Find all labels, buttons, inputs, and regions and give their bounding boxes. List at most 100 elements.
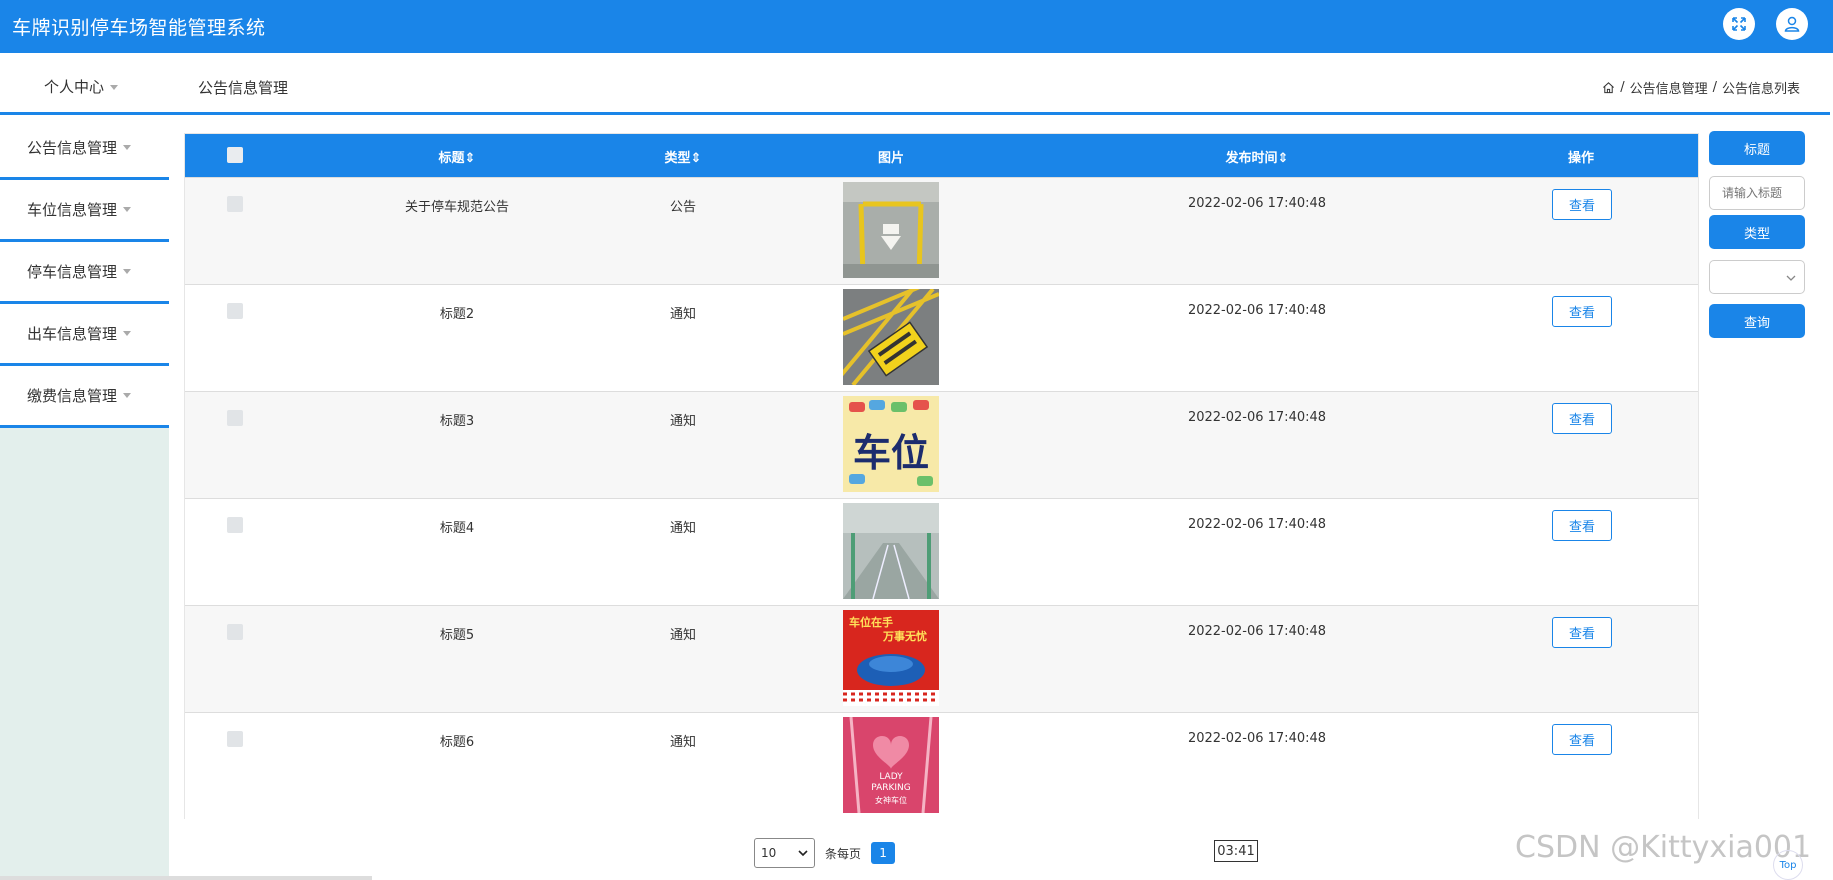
sidebar-item-notice[interactable]: 公告信息管理 bbox=[0, 118, 169, 180]
row-checkbox[interactable] bbox=[227, 624, 243, 640]
page-size-value: 10 bbox=[761, 846, 777, 860]
chevron-down-icon bbox=[123, 269, 132, 274]
view-button[interactable]: 查看 bbox=[1552, 403, 1612, 434]
user-button[interactable] bbox=[1776, 8, 1808, 40]
row-checkbox[interactable] bbox=[227, 731, 243, 747]
view-button[interactable]: 查看 bbox=[1552, 296, 1612, 327]
table-header: 标题⇕ 类型⇕ 图片 发布时间⇕ 操作 bbox=[185, 134, 1698, 177]
row-time: 2022-02-06 17:40:48 bbox=[1187, 410, 1327, 425]
fullscreen-icon bbox=[1732, 17, 1746, 31]
table-row: 标题5 通知 车位在手 万事无忧 2022-02-06 17:40:48 查看 bbox=[185, 605, 1698, 712]
row-checkbox[interactable] bbox=[227, 517, 243, 533]
row-time: 2022-02-06 17:40:48 bbox=[1187, 731, 1327, 746]
chevron-down-icon bbox=[123, 331, 132, 336]
page-size-select[interactable]: 10 bbox=[754, 838, 815, 868]
notice-thumbnail: 车位在手 万事无忧 bbox=[843, 610, 939, 706]
chevron-down-icon bbox=[798, 850, 808, 857]
sidebar-item-parking-space[interactable]: 车位信息管理 bbox=[0, 180, 169, 242]
thumb-text: PARKING bbox=[871, 783, 911, 793]
sort-time-column[interactable]: 发布时间⇕ bbox=[1226, 147, 1289, 166]
thumb-text: 车位在手 bbox=[849, 615, 893, 629]
chevron-down-icon bbox=[123, 207, 132, 212]
breadcrumb-item: 公告信息列表 bbox=[1721, 82, 1800, 97]
page-number-button[interactable]: 1 bbox=[871, 842, 896, 864]
thumb-text: 女神车位 bbox=[875, 795, 907, 805]
sub-header: 个人中心 公告信息管理 / 公告信息管理 / 公告信息列表 bbox=[0, 53, 1830, 115]
user-icon bbox=[1784, 16, 1800, 32]
type-filter-label: 类型 bbox=[1709, 215, 1805, 249]
view-button[interactable]: 查看 bbox=[1552, 189, 1612, 220]
sidebar-item-label: 缴费信息管理 bbox=[27, 387, 118, 405]
row-title: 标题4 bbox=[439, 521, 475, 536]
row-title: 标题5 bbox=[439, 628, 475, 643]
notice-thumbnail bbox=[843, 503, 939, 599]
thumb-text: 万事无忧 bbox=[882, 629, 927, 643]
type-select[interactable] bbox=[1709, 260, 1805, 294]
chevron-down-icon bbox=[123, 145, 132, 150]
view-button[interactable]: 查看 bbox=[1552, 510, 1612, 541]
back-to-top-button[interactable]: Top bbox=[1773, 850, 1803, 880]
row-time: 2022-02-06 17:40:48 bbox=[1187, 624, 1327, 639]
home-icon[interactable] bbox=[1602, 81, 1615, 94]
fullscreen-button[interactable] bbox=[1723, 8, 1755, 40]
thumb-text: LADY bbox=[879, 772, 903, 782]
row-title: 标题6 bbox=[439, 735, 475, 750]
row-checkbox[interactable] bbox=[227, 303, 243, 319]
row-type: 公告 bbox=[669, 200, 697, 215]
personal-center-label: 个人中心 bbox=[44, 78, 105, 96]
sidebar-item-payment[interactable]: 缴费信息管理 bbox=[0, 366, 169, 428]
query-button[interactable]: 查询 bbox=[1709, 304, 1805, 338]
sort-type-column[interactable]: 类型⇕ bbox=[665, 147, 702, 166]
horizontal-scrollbar[interactable] bbox=[0, 876, 372, 880]
personal-center-menu[interactable]: 个人中心 bbox=[44, 76, 119, 97]
action-column-header: 操作 bbox=[1567, 151, 1595, 166]
page-heading: 公告信息管理 bbox=[198, 79, 289, 97]
top-bar: 车牌识别停车场智能管理系统 bbox=[0, 0, 1833, 53]
sidebar-item-label: 出车信息管理 bbox=[27, 325, 118, 343]
row-type: 通知 bbox=[669, 307, 697, 322]
watermark: CSDN @Kittyxia001 bbox=[1515, 830, 1812, 865]
notice-thumbnail: 车位 bbox=[843, 396, 939, 492]
sidebar-item-exit[interactable]: 出车信息管理 bbox=[0, 304, 169, 366]
row-title: 关于停车规范公告 bbox=[404, 200, 510, 215]
notice-thumbnail: LADY PARKING 女神车位 bbox=[843, 717, 939, 813]
row-checkbox[interactable] bbox=[227, 410, 243, 426]
notice-table: 标题⇕ 类型⇕ 图片 发布时间⇕ 操作 关于停车规范公告 公告 2022-02-… bbox=[184, 133, 1699, 819]
row-time: 2022-02-06 17:40:48 bbox=[1187, 196, 1327, 211]
table-row: 关于停车规范公告 公告 2022-02-06 17:40:48 查看 bbox=[185, 177, 1698, 284]
row-checkbox[interactable] bbox=[227, 196, 243, 212]
chevron-down-icon bbox=[1786, 275, 1796, 281]
notice-thumbnail bbox=[843, 182, 939, 278]
view-button[interactable]: 查看 bbox=[1552, 724, 1612, 755]
sidebar-item-parking[interactable]: 停车信息管理 bbox=[0, 242, 169, 304]
row-type: 通知 bbox=[669, 628, 697, 643]
thumb-text: 车位 bbox=[853, 431, 929, 475]
row-title: 标题2 bbox=[439, 307, 475, 322]
timer-tooltip: 03:41 bbox=[1214, 840, 1258, 862]
sidebar-item-label: 车位信息管理 bbox=[27, 201, 118, 219]
table-row: 标题6 通知 LADY PARKING 女神车位 2022-02-06 17:4… bbox=[185, 712, 1698, 819]
row-time: 2022-02-06 17:40:48 bbox=[1187, 517, 1327, 532]
select-all-checkbox[interactable] bbox=[227, 147, 243, 163]
breadcrumb-item[interactable]: 公告信息管理 bbox=[1630, 78, 1708, 97]
sort-title-column[interactable]: 标题⇕ bbox=[439, 147, 476, 166]
table-row: 标题2 通知 2022-02-06 17:40:48 查看 bbox=[185, 284, 1698, 391]
row-time: 2022-02-06 17:40:48 bbox=[1187, 303, 1327, 318]
row-title: 标题3 bbox=[439, 414, 475, 429]
breadcrumb: / 公告信息管理 / 公告信息列表 bbox=[1602, 78, 1800, 97]
table-row: 标题4 通知 2022-02-06 17:40:48 查看 bbox=[185, 498, 1698, 605]
row-type: 通知 bbox=[669, 414, 697, 429]
app-title: 车牌识别停车场智能管理系统 bbox=[12, 17, 266, 39]
row-type: 通知 bbox=[669, 735, 697, 750]
view-button[interactable]: 查看 bbox=[1552, 617, 1612, 648]
title-search-input[interactable] bbox=[1709, 176, 1805, 210]
sidebar: 公告信息管理 车位信息管理 停车信息管理 出车信息管理 缴费信息管理 bbox=[0, 118, 169, 880]
title-filter-label: 标题 bbox=[1709, 131, 1805, 165]
per-page-label: 条每页 bbox=[825, 846, 862, 861]
table-row: 标题3 通知 车位 2022-02-06 17:40:48 查看 bbox=[185, 391, 1698, 498]
notice-thumbnail bbox=[843, 289, 939, 385]
chevron-down-icon bbox=[123, 393, 132, 398]
chevron-down-icon bbox=[110, 85, 119, 90]
sidebar-item-label: 停车信息管理 bbox=[27, 263, 118, 281]
image-column-header: 图片 bbox=[877, 151, 905, 166]
